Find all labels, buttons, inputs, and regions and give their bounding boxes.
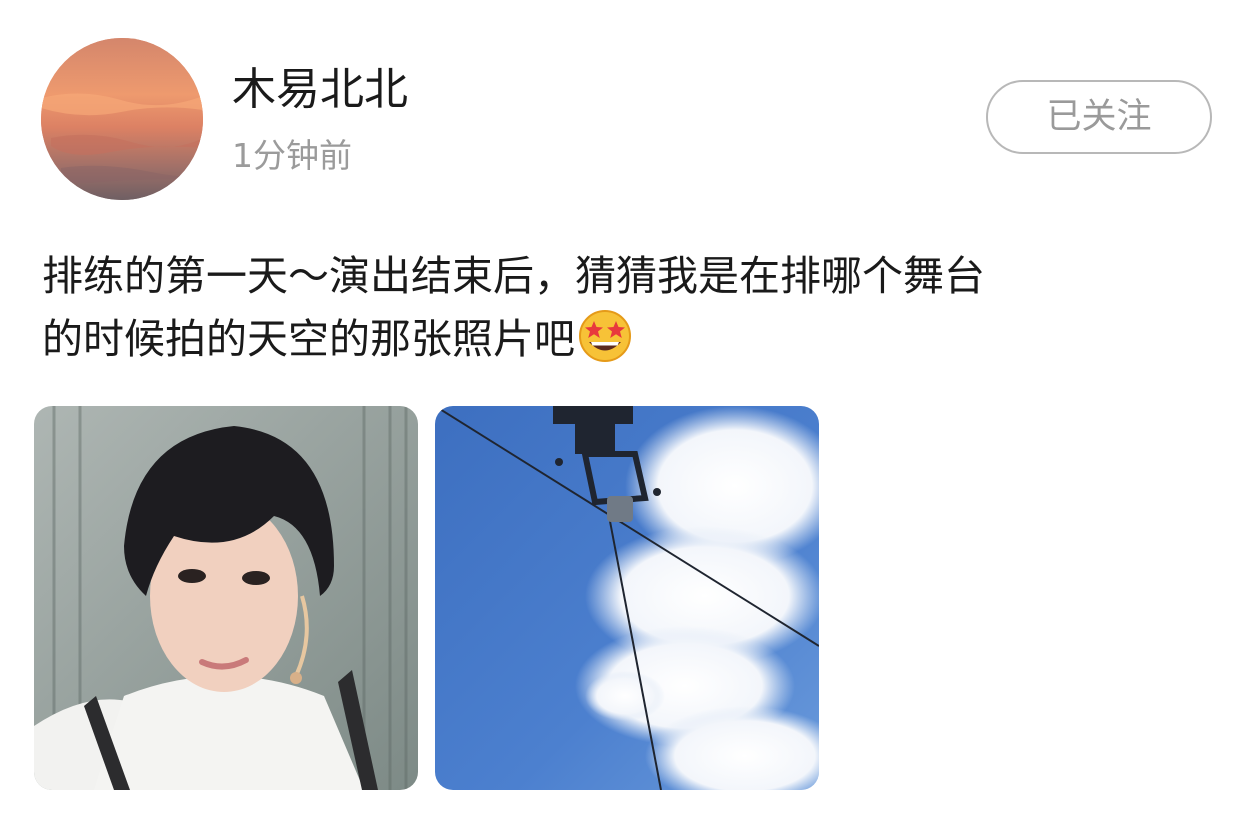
post-text-line-1: 排练的第一天～演出结束后，猜猜我是在排哪个舞台 — [42, 252, 985, 300]
author-avatar[interactable] — [41, 38, 203, 200]
author-name[interactable]: 木易北北 — [232, 62, 408, 118]
post-text: 排练的第一天～演出结束后，猜猜我是在排哪个舞台 的时候拍的天空的那张照片吧 — [42, 246, 1222, 370]
post-text-line-2-content: 的时候拍的天空的那张照片吧 — [42, 315, 575, 363]
person-photo-icon — [34, 406, 418, 790]
star-struck-emoji-icon — [577, 307, 633, 363]
blue-sky-camera-crane-icon — [435, 406, 819, 790]
post-image-1[interactable] — [34, 406, 418, 790]
follow-button[interactable]: 已关注 — [986, 80, 1212, 154]
post-text-line-2: 的时候拍的天空的那张照片吧 — [42, 307, 1222, 370]
sunset-sky-avatar-icon — [41, 38, 203, 200]
post-image-2[interactable] — [435, 406, 819, 790]
post-timestamp: 1分钟前 — [232, 136, 352, 175]
post-card: 木易北北 1分钟前 已关注 排练的第一天～演出结束后，猜猜我是在排哪个舞台 的时… — [0, 0, 1256, 834]
